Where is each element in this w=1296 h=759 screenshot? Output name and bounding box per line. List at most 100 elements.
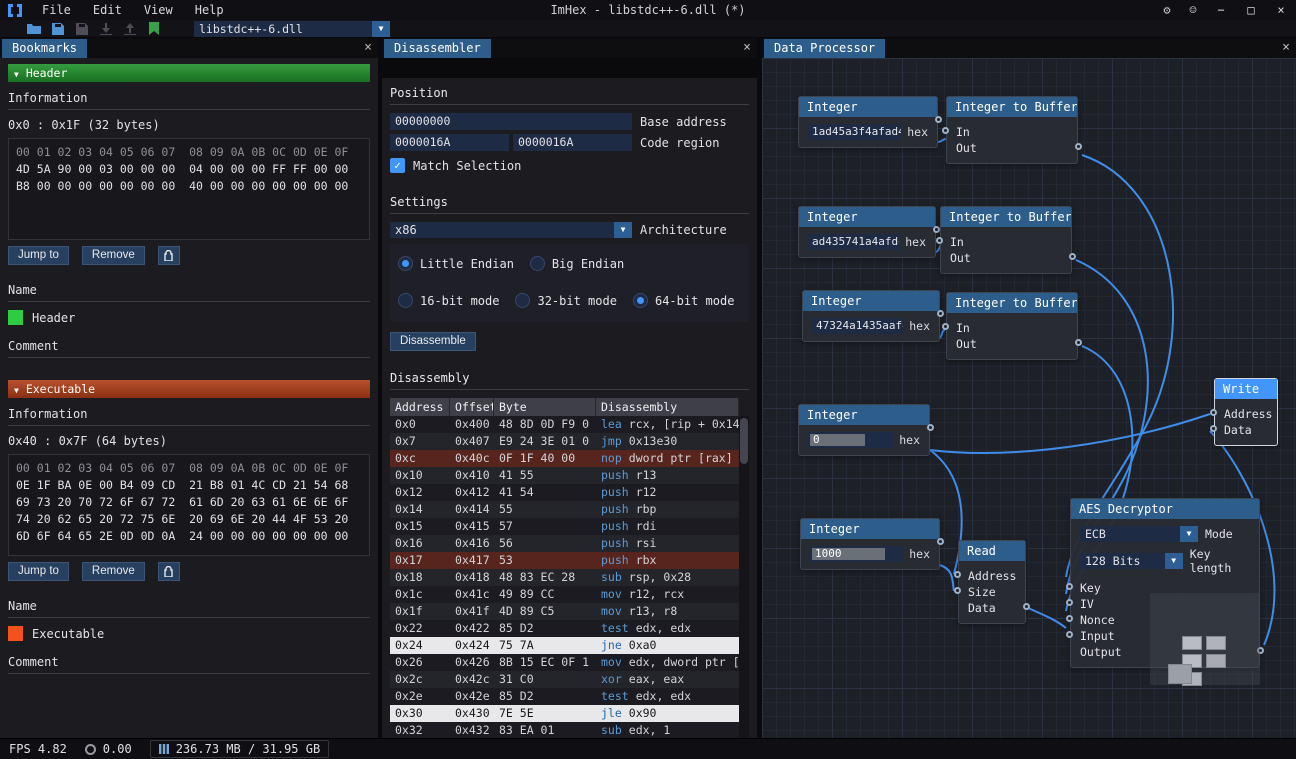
disassembly-row[interactable]: 0x2e 0x42e 85 D2 testedx, edx bbox=[390, 688, 739, 705]
menu-view[interactable]: View bbox=[133, 0, 184, 20]
input-pin[interactable] bbox=[936, 237, 943, 244]
minimize-button[interactable]: − bbox=[1206, 0, 1236, 20]
node-integer-4[interactable]: Integer 0 hex bbox=[798, 404, 930, 456]
feedback-smiley-icon[interactable]: ☺ bbox=[1180, 0, 1206, 20]
disassembly-row[interactable]: 0x24 0x424 75 7A jne0xa0 bbox=[390, 637, 739, 654]
radio-32bit-mode[interactable]: 32-bit mode bbox=[515, 293, 616, 308]
disassembly-row[interactable]: 0x22 0x422 85 D2 testedx, edx bbox=[390, 620, 739, 637]
node-write[interactable]: Write Address Data bbox=[1214, 378, 1278, 446]
node-title[interactable]: Integer bbox=[799, 405, 929, 425]
tab-data-processor[interactable]: Data Processor bbox=[764, 39, 885, 58]
tab-bookmarks[interactable]: Bookmarks bbox=[2, 39, 87, 58]
node-integer-5[interactable]: Integer 1000 hex bbox=[800, 518, 940, 570]
settings-gear-icon[interactable]: ⚙ bbox=[1154, 0, 1180, 20]
column-address[interactable]: Address bbox=[390, 398, 450, 416]
node-title[interactable]: Integer bbox=[799, 97, 937, 117]
lock-button[interactable] bbox=[158, 562, 180, 581]
jump-to-button[interactable]: Jump to bbox=[8, 562, 69, 581]
column-byte[interactable]: Byte bbox=[494, 398, 596, 416]
code-region-start-input[interactable]: 0000016A bbox=[390, 134, 509, 151]
node-canvas[interactable]: Integer 1ad45a3f4afad4 hex Integer to Bu… bbox=[762, 58, 1296, 738]
aes-mode-dropdown[interactable]: ECB bbox=[1080, 526, 1198, 542]
lock-button[interactable] bbox=[158, 246, 180, 265]
disassembly-row[interactable]: 0x7 0x407 E9 24 3E 01 0 jmp0x13e30 bbox=[390, 433, 739, 450]
bookmark-executable-collapsible[interactable]: Executable bbox=[8, 380, 370, 398]
close-button[interactable]: × bbox=[1266, 0, 1296, 20]
output-pin[interactable] bbox=[927, 424, 934, 431]
disassembly-row[interactable]: 0x1f 0x41f 4D 89 C5 movr13, r8 bbox=[390, 603, 739, 620]
node-title[interactable]: Integer to Buffer bbox=[941, 207, 1071, 227]
node-title[interactable]: Integer to Buffer bbox=[947, 293, 1077, 313]
base-address-input[interactable]: 00000000 bbox=[390, 113, 632, 130]
menu-file[interactable]: File bbox=[31, 0, 82, 20]
disassembly-row[interactable]: 0xc 0x40c 0F 1F 40 00 nopdword ptr [rax] bbox=[390, 450, 739, 467]
close-icon[interactable]: × bbox=[743, 38, 751, 58]
output-pin[interactable] bbox=[937, 310, 944, 317]
input-pin[interactable] bbox=[1066, 631, 1073, 638]
tab-disassembler[interactable]: Disassembler bbox=[384, 39, 491, 58]
disassembly-row[interactable]: 0x12 0x412 41 54 pushr12 bbox=[390, 484, 739, 501]
output-pin[interactable] bbox=[1023, 603, 1030, 610]
architecture-dropdown[interactable]: x86 bbox=[390, 222, 632, 238]
bookmark-color-swatch[interactable] bbox=[8, 626, 23, 641]
remove-button[interactable]: Remove bbox=[82, 562, 145, 581]
disassembly-row[interactable]: 0x0 0x400 48 8D 0D F9 0 learcx, [rip + 0… bbox=[390, 416, 739, 433]
input-pin[interactable] bbox=[1066, 615, 1073, 622]
bookmark-name-input[interactable]: Executable bbox=[32, 627, 104, 641]
integer-drag-input[interactable]: 1000 bbox=[810, 546, 903, 562]
disassembly-row[interactable]: 0x18 0x418 48 83 EC 28 subrsp, 0x28 bbox=[390, 569, 739, 586]
disassembly-row[interactable]: 0x32 0x432 83 EA 01 subedx, 1 bbox=[390, 722, 739, 739]
node-integer-2[interactable]: Integer ad435741a4afde hex bbox=[798, 206, 936, 258]
node-int-to-buffer-1[interactable]: Integer to Buffer In Out bbox=[946, 96, 1078, 164]
input-pin[interactable] bbox=[954, 587, 961, 594]
chevron-down-icon[interactable] bbox=[614, 222, 632, 238]
jump-to-button[interactable]: Jump to bbox=[8, 246, 69, 265]
input-pin[interactable] bbox=[954, 571, 961, 578]
bookmark-icon[interactable] bbox=[142, 20, 166, 38]
disassembly-row[interactable]: 0x14 0x414 55 pushrbp bbox=[390, 501, 739, 518]
disassembly-row[interactable]: 0x17 0x417 53 pushrbx bbox=[390, 552, 739, 569]
input-pin[interactable] bbox=[1066, 583, 1073, 590]
radio-big-endian[interactable]: Big Endian bbox=[530, 256, 624, 271]
open-file-icon[interactable] bbox=[22, 20, 46, 38]
integer-value-input[interactable]: ad435741a4afde bbox=[808, 234, 899, 250]
close-icon[interactable]: × bbox=[1282, 38, 1290, 58]
node-title[interactable]: Integer bbox=[803, 291, 939, 311]
disassembly-row[interactable]: 0x15 0x415 57 pushrdi bbox=[390, 518, 739, 535]
node-title[interactable]: Integer bbox=[801, 519, 939, 539]
input-pin[interactable] bbox=[1210, 425, 1217, 432]
bookmark-name-input[interactable]: Header bbox=[32, 311, 75, 325]
radio-16bit-mode[interactable]: 16-bit mode bbox=[398, 293, 499, 308]
node-int-to-buffer-3[interactable]: Integer to Buffer In Out bbox=[946, 292, 1078, 360]
save-icon[interactable] bbox=[46, 20, 70, 38]
menu-edit[interactable]: Edit bbox=[82, 0, 133, 20]
disassembly-row[interactable]: 0x26 0x426 8B 15 EC 0F 1 movedx, dword p… bbox=[390, 654, 739, 671]
input-pin[interactable] bbox=[942, 323, 949, 330]
bookmark-header-collapsible[interactable]: Header bbox=[8, 64, 370, 82]
node-title[interactable]: Write bbox=[1215, 379, 1277, 399]
column-disassembly[interactable]: Disassembly bbox=[596, 398, 739, 416]
scrollbar-thumb[interactable] bbox=[740, 418, 748, 464]
close-icon[interactable]: × bbox=[364, 38, 372, 58]
save-as-icon[interactable] bbox=[70, 20, 94, 38]
node-title[interactable]: Integer bbox=[799, 207, 935, 227]
integer-value-input[interactable]: 47324a1435aafe bbox=[812, 318, 903, 334]
scrollbar[interactable] bbox=[739, 416, 749, 739]
file-selector-dropdown[interactable]: libstdc++-6.dll bbox=[194, 21, 390, 37]
output-pin[interactable] bbox=[935, 116, 942, 123]
export-icon[interactable] bbox=[118, 20, 142, 38]
node-read[interactable]: Read Address Size Data bbox=[958, 540, 1026, 624]
output-pin[interactable] bbox=[1069, 253, 1076, 260]
maximize-button[interactable]: □ bbox=[1236, 0, 1266, 20]
remove-button[interactable]: Remove bbox=[82, 246, 145, 265]
column-offset[interactable]: Offset bbox=[450, 398, 494, 416]
disassembly-row[interactable]: 0x1c 0x41c 49 89 CC movr12, rcx bbox=[390, 586, 739, 603]
integer-drag-input[interactable]: 0 bbox=[808, 432, 893, 448]
radio-64bit-mode[interactable]: 64-bit mode bbox=[633, 293, 734, 308]
node-title[interactable]: AES Decryptor bbox=[1071, 499, 1259, 519]
bookmark-color-swatch[interactable] bbox=[8, 310, 23, 325]
chevron-down-icon[interactable] bbox=[1180, 526, 1198, 542]
node-integer-3[interactable]: Integer 47324a1435aafe hex bbox=[802, 290, 940, 342]
menu-help[interactable]: Help bbox=[184, 0, 235, 20]
code-region-size-input[interactable]: 0000016A bbox=[513, 134, 632, 151]
